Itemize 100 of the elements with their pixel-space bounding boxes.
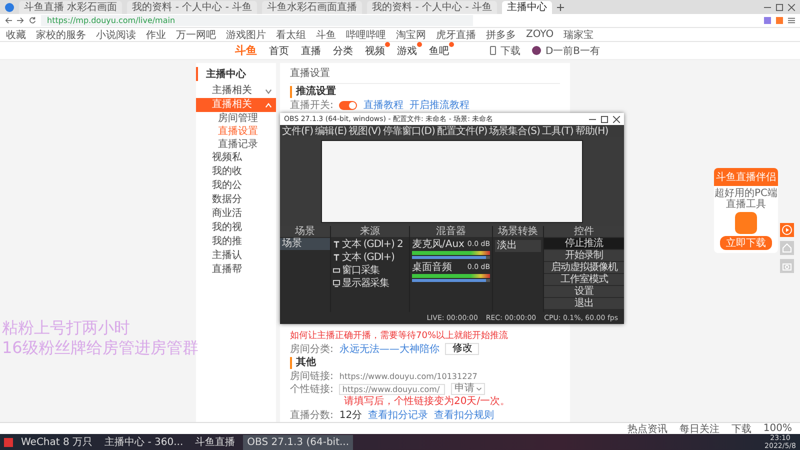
bookmark-link[interactable]: 瑞家宝 bbox=[564, 28, 594, 42]
volume-slider[interactable] bbox=[412, 279, 486, 282]
control-button[interactable]: 启动虚拟摄像机 bbox=[544, 262, 624, 273]
promo-card[interactable]: 斗鱼直播伴侣 超好用的PC端直播工具 立即下载 bbox=[714, 168, 778, 253]
menu-item[interactable]: 工具(T) bbox=[542, 124, 574, 138]
maximize-icon[interactable] bbox=[776, 4, 783, 10]
sidebar-item[interactable]: 主播认 bbox=[196, 249, 276, 263]
bookmark-link[interactable]: 收藏 bbox=[6, 28, 26, 42]
close-icon[interactable] bbox=[788, 4, 795, 10]
bookmark-link[interactable]: 淘宝网 bbox=[396, 28, 426, 42]
browser-tab[interactable]: 主播中心 bbox=[502, 0, 552, 14]
tutorial-link[interactable]: 直播教程 bbox=[363, 98, 404, 112]
menu-item[interactable]: 配置文件(P) bbox=[436, 124, 488, 138]
menu-item[interactable]: 停靠窗口(D) bbox=[382, 124, 435, 138]
bookmark-link[interactable]: 家校的服务 bbox=[36, 28, 86, 42]
forward-icon[interactable] bbox=[17, 17, 24, 24]
control-button[interactable]: 工作室模式 bbox=[544, 274, 624, 285]
source-item[interactable]: 显示器采集 bbox=[342, 276, 390, 290]
score-link[interactable]: 查看扣分规则 bbox=[434, 408, 494, 422]
status-item[interactable]: 下载 bbox=[731, 422, 752, 436]
nav-link[interactable]: 视频 bbox=[365, 44, 385, 58]
browser-tab[interactable]: 斗鱼直播 水彩石画面 bbox=[19, 0, 122, 14]
bookmark-link[interactable]: 万一网吧 bbox=[176, 28, 216, 42]
control-button[interactable]: 设置 bbox=[544, 286, 624, 297]
volume-slider[interactable] bbox=[412, 256, 486, 259]
nav-link[interactable]: 鱼吧 bbox=[429, 44, 449, 58]
back-icon[interactable] bbox=[5, 17, 12, 24]
menu-item[interactable]: 场景集合(S) bbox=[489, 124, 540, 138]
bookmark-link[interactable]: 看太组 bbox=[276, 28, 306, 42]
dock-header: 混音器 bbox=[410, 226, 492, 237]
menu-item[interactable]: 帮助(H) bbox=[575, 124, 608, 138]
category-link[interactable]: 永远无法——大神陪你 bbox=[339, 342, 440, 356]
sidebar-item[interactable]: 我的收 bbox=[196, 165, 276, 179]
download-link[interactable]: 下载 bbox=[500, 44, 520, 58]
sidebar-subitem[interactable]: 房间管理 bbox=[196, 112, 276, 125]
browser-tab[interactable]: 我的资料 - 个人中心 - 斗鱼 bbox=[127, 0, 258, 14]
start-icon[interactable] bbox=[4, 438, 13, 446]
taskbar-item[interactable]: 主播中心 - 360... bbox=[100, 434, 188, 450]
bookmark-link[interactable]: ZOYO bbox=[526, 29, 554, 40]
change-button[interactable]: 修改 bbox=[445, 343, 480, 355]
control-button[interactable]: 停止推流 bbox=[544, 238, 624, 249]
promo-subtitle: 超好用的PC端直播工具 bbox=[714, 188, 778, 210]
menu-icon[interactable] bbox=[788, 17, 795, 24]
field-label: 个性链接: bbox=[290, 382, 334, 396]
nav-link[interactable]: 首页 bbox=[269, 44, 289, 58]
custom-link-field[interactable]: https://www.douyu.com/ bbox=[339, 384, 446, 394]
source-item[interactable]: 文本 (GDI+) bbox=[342, 250, 394, 264]
sidebar-subitem[interactable]: 直播记录 bbox=[196, 138, 276, 151]
taskbar-item[interactable]: OBS 27.1.3 (64-bit... bbox=[243, 434, 354, 450]
status-item[interactable]: 热点资讯 bbox=[627, 422, 668, 436]
bookmark-link[interactable]: 作业 bbox=[146, 28, 166, 42]
menu-item[interactable]: 编辑(E) bbox=[315, 124, 347, 138]
maximize-icon[interactable] bbox=[601, 116, 608, 122]
nav-link[interactable]: 游戏 bbox=[397, 44, 417, 58]
bookmark-link[interactable]: 拼多多 bbox=[486, 28, 516, 42]
sidebar-item[interactable]: 我的视 bbox=[196, 221, 276, 235]
bookmark-link[interactable]: 哔哩哔哩 bbox=[346, 28, 386, 42]
menu-item[interactable]: 文件(F) bbox=[282, 124, 314, 138]
transition-dropdown[interactable]: 淡出 bbox=[495, 240, 541, 252]
close-icon[interactable] bbox=[613, 116, 620, 122]
toggle-switch[interactable] bbox=[339, 100, 358, 110]
room-link-text: https://www.douyu.com/10131227 bbox=[339, 372, 478, 380]
scene-item[interactable]: 场景 bbox=[280, 238, 330, 250]
source-item[interactable]: 文本 (GDI+) 2 bbox=[342, 237, 403, 251]
status-item[interactable]: 每日关注 bbox=[679, 422, 720, 436]
sidebar-item[interactable]: 视频私 bbox=[196, 151, 276, 165]
avatar[interactable] bbox=[532, 46, 542, 55]
stream-overlay-text: 粘粉上号打两小时 bbox=[2, 318, 131, 338]
new-tab-icon[interactable] bbox=[557, 4, 564, 10]
sidebar-item[interactable]: 我的推 bbox=[196, 235, 276, 249]
browser-logo-icon[interactable] bbox=[5, 2, 14, 12]
browser-tab[interactable]: 我的资料 - 个人中心 - 斗鱼 bbox=[367, 0, 498, 14]
control-button[interactable]: 退出 bbox=[544, 298, 624, 309]
menu-item[interactable]: 视图(V) bbox=[348, 124, 381, 138]
source-item[interactable]: 窗口采集 bbox=[342, 263, 380, 277]
bookmark-link[interactable]: 斗鱼 bbox=[316, 28, 336, 42]
sidebar-item[interactable]: 商业活 bbox=[196, 207, 276, 221]
play-icon[interactable] bbox=[780, 223, 794, 237]
bookmark-link[interactable]: 小说阅读 bbox=[96, 28, 136, 42]
score-link[interactable]: 查看扣分记录 bbox=[368, 408, 428, 422]
status-item[interactable]: 100% bbox=[763, 423, 792, 434]
sidebar-item[interactable]: 直播帮 bbox=[196, 263, 276, 277]
apply-dropdown[interactable]: 申请 bbox=[451, 383, 486, 395]
app-icon bbox=[735, 212, 757, 234]
nav-link[interactable]: 直播 bbox=[301, 44, 321, 58]
tutorial-link[interactable]: 开启推流教程 bbox=[409, 98, 470, 112]
taskbar-item[interactable]: 斗鱼直播 bbox=[191, 434, 240, 450]
username[interactable]: D一前B一有 bbox=[545, 44, 600, 58]
bookmark-link[interactable]: 虎牙直播 bbox=[436, 28, 476, 42]
sidebar-item[interactable]: 数据分 bbox=[196, 193, 276, 207]
sidebar-item[interactable]: 主播相关 bbox=[196, 84, 276, 98]
bookmark-link[interactable]: 游戏图片 bbox=[226, 28, 266, 42]
score-value: 12分 bbox=[339, 409, 362, 422]
reload-icon[interactable] bbox=[29, 17, 36, 24]
taskbar-item[interactable]: WeChat 8 万只 bbox=[17, 434, 97, 450]
control-button[interactable]: 开始录制 bbox=[544, 250, 624, 261]
browser-tab[interactable]: 斗鱼水彩石画面直播 bbox=[262, 0, 362, 14]
sidebar-item[interactable]: 我的公 bbox=[196, 179, 276, 193]
nav-link[interactable]: 分类 bbox=[333, 44, 353, 58]
page-title: 直播设置 bbox=[290, 66, 560, 84]
